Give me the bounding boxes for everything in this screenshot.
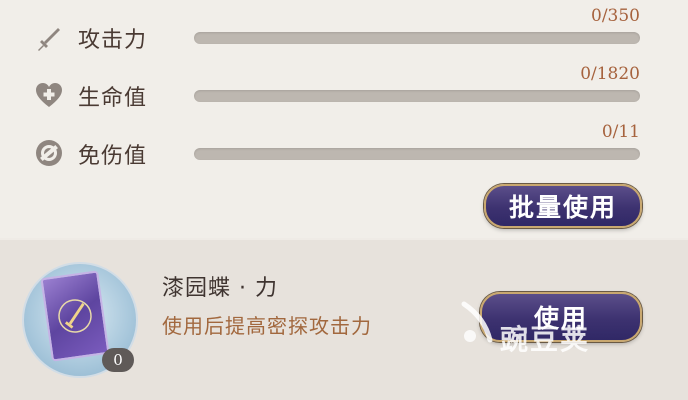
- sword-icon: [38, 28, 60, 51]
- stat-value: 0/11: [601, 122, 640, 142]
- watermark-text: 豌豆荚: [500, 323, 591, 356]
- stat-value: 0/350: [591, 6, 640, 26]
- progress-bar: [194, 32, 640, 44]
- stat-label: 生命值: [78, 86, 148, 111]
- watermark-logo-icon: [461, 301, 493, 343]
- stat-label: 免伤值: [78, 144, 148, 169]
- progress-bar: [194, 148, 640, 160]
- stat-row-attack: 攻击力 0/350: [0, 6, 688, 64]
- stat-label: 攻击力: [78, 28, 148, 53]
- item-count-badge: 0: [102, 348, 134, 372]
- heart-plus-icon: [36, 83, 62, 107]
- stat-row-hp: 生命值 0/1820: [0, 64, 688, 122]
- stat-value: 0/1820: [580, 64, 640, 84]
- item-description: 使用后提高密探攻击力: [162, 314, 372, 338]
- item-name: 漆园蝶 · 力: [162, 276, 278, 301]
- shield-block-icon: [36, 140, 62, 166]
- stat-row-damage-reduction: 免伤值 0/11: [0, 122, 688, 180]
- batch-use-button[interactable]: 批量使用: [484, 184, 642, 228]
- sword-card-icon: [40, 270, 110, 362]
- progress-bar: [194, 90, 640, 102]
